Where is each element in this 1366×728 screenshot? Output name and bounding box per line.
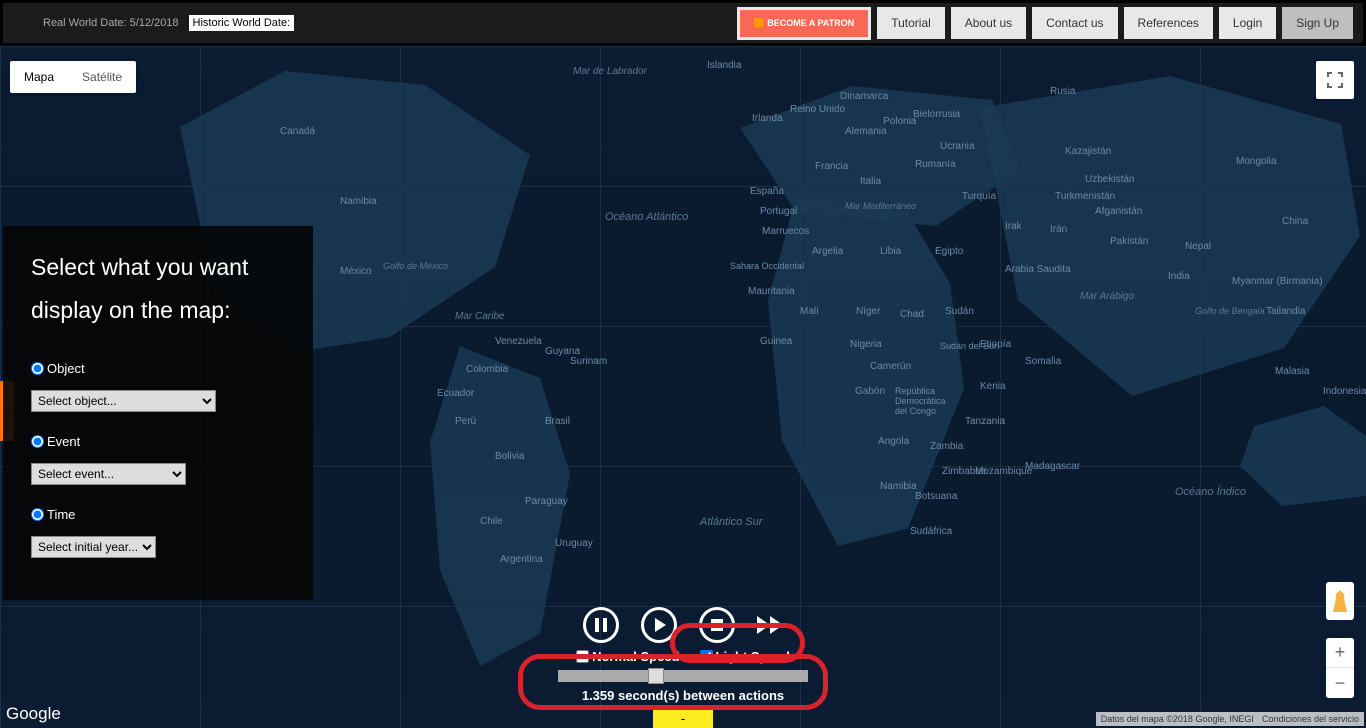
time-radio[interactable]: [31, 508, 44, 521]
slider-thumb[interactable]: [648, 668, 664, 684]
zoom-controls: + −: [1326, 638, 1354, 698]
display-options-panel: Select what you want display on the map:…: [3, 226, 313, 600]
map-attribution: Datos del mapa ©2018 Google, INEGI Condi…: [1096, 712, 1364, 726]
event-radio[interactable]: [31, 435, 44, 448]
become-patron-button[interactable]: 🟧 BECOME A PATRON: [737, 7, 872, 40]
speed-value-label: 1.359 second(s) between actions: [582, 688, 784, 703]
ff-icon: [757, 616, 770, 634]
pause-icon: [595, 618, 607, 632]
ff-icon: [770, 616, 783, 634]
time-select[interactable]: Select initial year...: [31, 536, 156, 558]
light-speed-checkbox[interactable]: [700, 650, 713, 663]
ocean-label: Golfo de Bengala: [1195, 306, 1265, 316]
stop-button[interactable]: [699, 607, 735, 643]
ocean-label: Golfo de México: [383, 261, 448, 271]
signup-button[interactable]: Sign Up: [1282, 7, 1353, 39]
map-area[interactable]: Namibia México Canadá Brasil Argentina C…: [0, 46, 1366, 728]
object-radio[interactable]: [31, 362, 44, 375]
sidebar-title: Select what you want display on the map:: [31, 246, 285, 331]
object-select[interactable]: Select object...: [31, 390, 216, 412]
real-world-date: Real World Date: 5/12/2018: [13, 17, 179, 29]
ocean-label: Mar Caribe: [455, 311, 504, 322]
time-radio-label[interactable]: Time: [31, 507, 285, 522]
ocean-label: Mar de Labrador: [573, 66, 647, 77]
map-type-toggle: Mapa Satélite: [10, 61, 136, 93]
event-select[interactable]: Select event...: [31, 463, 186, 485]
ocean-label: Océano Índico: [1175, 486, 1246, 498]
zoom-in-button[interactable]: +: [1326, 638, 1354, 668]
playback-controls: Normal Speed Light Speed 1.359 second(s)…: [558, 607, 808, 703]
zoom-out-button[interactable]: −: [1326, 668, 1354, 698]
ocean-label: Mar Arábigo: [1080, 291, 1134, 302]
topbar: Real World Date: 5/12/2018 Historic Worl…: [0, 0, 1366, 46]
pause-button[interactable]: [583, 607, 619, 643]
play-button[interactable]: [641, 607, 677, 643]
contact-button[interactable]: Contact us: [1032, 7, 1117, 39]
normal-speed-checkbox[interactable]: [576, 650, 589, 663]
tutorial-button[interactable]: Tutorial: [877, 7, 945, 39]
attribution-text: Datos del mapa ©2018 Google, INEGI: [1101, 714, 1254, 724]
references-button[interactable]: References: [1124, 7, 1213, 39]
event-radio-label[interactable]: Event: [31, 434, 285, 449]
login-button[interactable]: Login: [1219, 7, 1276, 39]
bottom-collapse-tab[interactable]: -: [653, 710, 713, 728]
object-radio-label[interactable]: Object: [31, 361, 285, 376]
ocean-label: Mar Mediterráneo: [845, 201, 916, 211]
about-button[interactable]: About us: [951, 7, 1026, 39]
play-icon: [655, 618, 666, 632]
pegman-icon: [1333, 590, 1347, 612]
fast-forward-button[interactable]: [757, 616, 783, 634]
normal-speed-option[interactable]: Normal Speed: [576, 649, 679, 664]
historic-date-label: Historic World Date:: [189, 15, 295, 31]
light-speed-option[interactable]: Light Speed: [700, 649, 790, 664]
ocean-label: Océano Atlántico: [605, 211, 688, 223]
map-type-satellite[interactable]: Satélite: [68, 61, 136, 93]
speed-slider[interactable]: [558, 670, 808, 682]
ocean-label: Atlántico Sur: [700, 516, 762, 528]
google-logo: Google: [6, 704, 61, 724]
stop-icon: [711, 619, 723, 631]
fullscreen-button[interactable]: [1316, 61, 1354, 99]
map-type-map[interactable]: Mapa: [10, 61, 68, 93]
terms-link[interactable]: Condiciones del servicio: [1262, 714, 1359, 724]
fullscreen-icon: [1327, 72, 1343, 88]
streetview-button[interactable]: [1326, 582, 1354, 620]
